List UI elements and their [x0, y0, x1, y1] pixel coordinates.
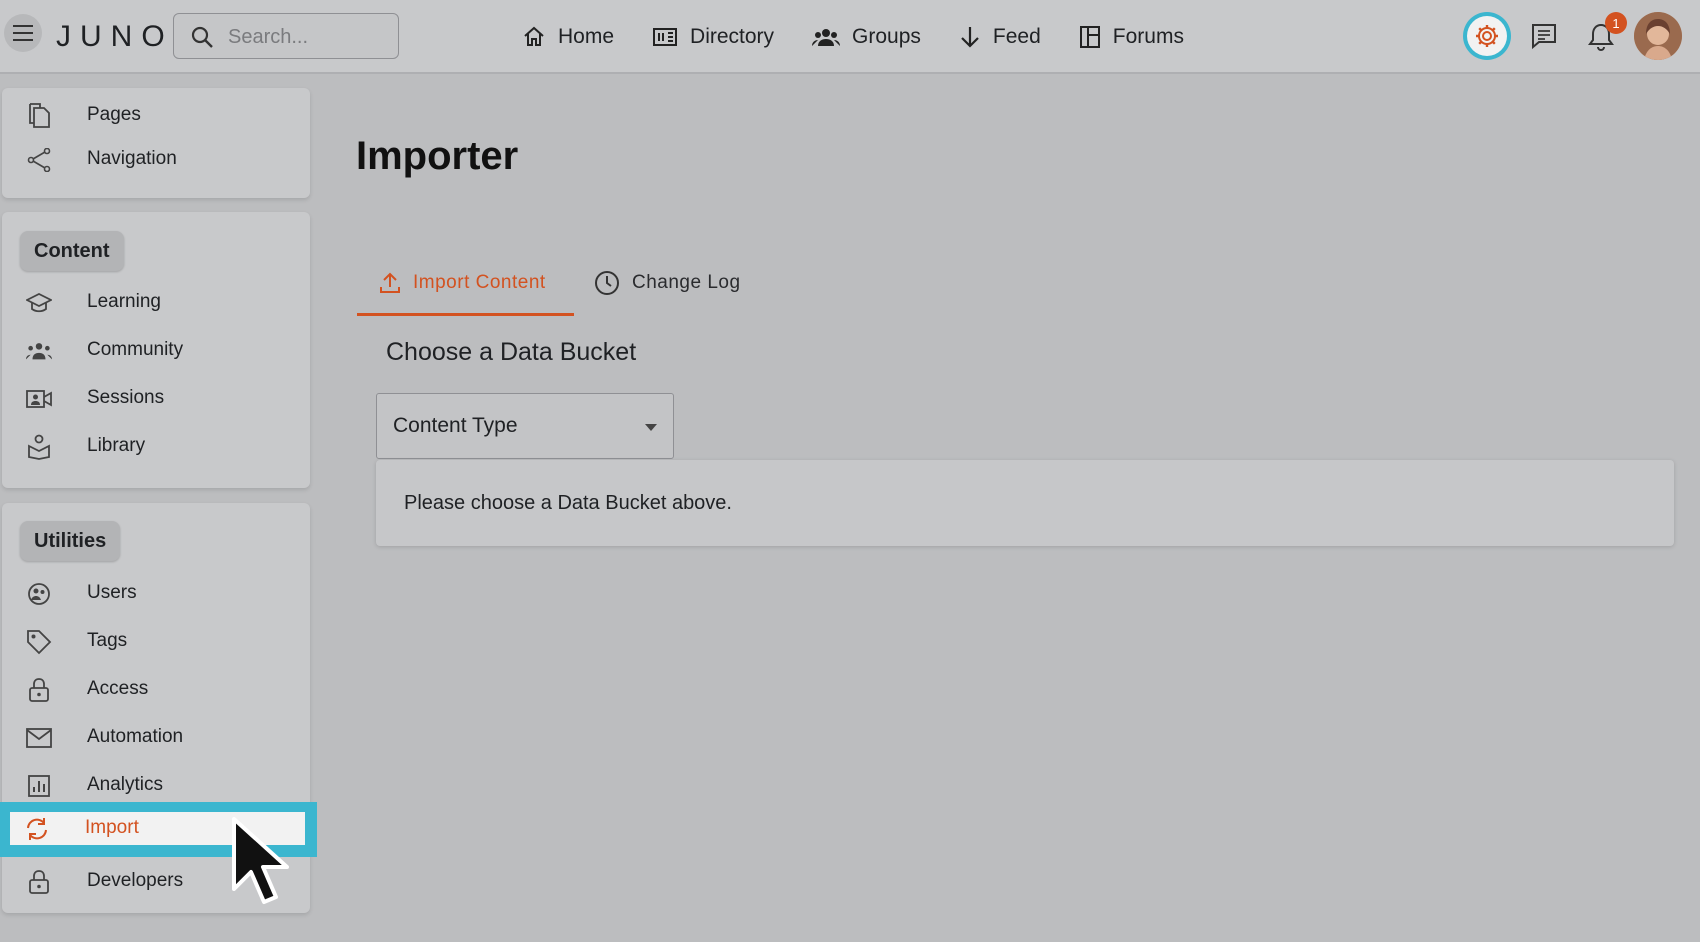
- search-box[interactable]: [173, 13, 399, 59]
- top-bar: JUNO Home Directory Groups Feed Forums: [0, 0, 1700, 74]
- mail-icon: [26, 728, 52, 748]
- sidebar-item-access[interactable]: Access: [2, 667, 310, 711]
- analytics-icon: [28, 775, 50, 797]
- tab-label: Import Content: [413, 272, 546, 293]
- sidebar-item-label: Navigation: [87, 148, 177, 169]
- community-icon: [26, 343, 52, 360]
- main-nav: Home Directory Groups Feed Forums: [522, 18, 1222, 56]
- graduation-cap-icon: [26, 292, 52, 313]
- nav-feed-label: Feed: [992, 25, 1041, 48]
- section-title-utilities: Utilities: [20, 521, 121, 561]
- nav-groups[interactable]: Groups: [812, 18, 921, 56]
- sidebar-item-label: Access: [87, 678, 149, 699]
- groups-icon: [812, 29, 841, 46]
- sync-icon: [27, 818, 47, 840]
- sidebar-item-label: Analytics: [87, 774, 164, 795]
- feed-icon: [961, 27, 979, 48]
- upload-icon: [380, 272, 400, 293]
- sidebar-item-label: Sessions: [87, 387, 165, 408]
- sidebar-item-library[interactable]: Library: [2, 424, 310, 468]
- library-icon: [28, 434, 50, 460]
- sidebar-item-community[interactable]: Community: [2, 328, 310, 372]
- hamburger-icon: [13, 25, 33, 41]
- content-type-select[interactable]: Content Type: [376, 393, 674, 459]
- tab-label: Change Log: [632, 272, 741, 293]
- sidebar-item-label: Import: [85, 817, 139, 838]
- messages-button[interactable]: [1530, 22, 1558, 50]
- chevron-down-icon: [645, 424, 657, 431]
- lock-icon: [29, 678, 49, 702]
- forums-icon: [1079, 26, 1100, 48]
- users-icon: [28, 583, 50, 605]
- video-icon: [26, 390, 52, 408]
- gear-icon: [1476, 25, 1498, 47]
- search-icon: [191, 26, 213, 48]
- sidebar-item-navigation[interactable]: Navigation: [2, 137, 310, 181]
- sidebar-item-label: Tags: [87, 630, 128, 651]
- select-value: Content Type: [393, 414, 518, 437]
- user-avatar[interactable]: [1634, 12, 1682, 60]
- sidebar-item-label: Automation: [87, 726, 184, 747]
- sidebar-item-label: Library: [87, 435, 146, 456]
- sidebar-item-users[interactable]: Users: [2, 571, 310, 615]
- sidebar-panel-top: Pages Navigation: [2, 88, 310, 198]
- sidebar-item-learning[interactable]: Learning: [2, 280, 310, 324]
- info-message: Please choose a Data Bucket above.: [404, 492, 732, 514]
- mouse-cursor-icon: [232, 817, 289, 904]
- nav-home[interactable]: Home: [522, 18, 614, 56]
- sidebar-panel-content: Content Learning Community Sessions Libr…: [2, 212, 310, 488]
- sidebar-item-label: Users: [87, 582, 137, 603]
- page-title: Importer: [356, 134, 519, 178]
- tag-icon: [27, 630, 52, 655]
- avatar-image: [1634, 12, 1682, 60]
- active-tab-indicator: [357, 313, 574, 316]
- chat-icon: [1532, 24, 1556, 50]
- sidebar-item-analytics[interactable]: Analytics: [2, 763, 310, 807]
- info-message-box: Please choose a Data Bucket above.: [376, 460, 1674, 546]
- search-input[interactable]: [226, 22, 390, 52]
- sidebar-item-pages[interactable]: Pages: [2, 93, 310, 137]
- nav-forums[interactable]: Forums: [1079, 18, 1184, 56]
- notification-badge: 1: [1605, 12, 1627, 34]
- tab-change-log[interactable]: Change Log: [594, 252, 741, 314]
- lock-icon: [29, 870, 49, 894]
- sidebar-item-automation[interactable]: Automation: [2, 715, 310, 759]
- section-title: Choose a Data Bucket: [386, 338, 637, 366]
- sidebar-item-tags[interactable]: Tags: [2, 619, 310, 663]
- section-title-content: Content: [20, 231, 124, 271]
- clock-icon: [595, 271, 619, 295]
- nav-home-label: Home: [558, 25, 615, 48]
- nav-feed[interactable]: Feed: [959, 18, 1041, 56]
- nav-directory[interactable]: Directory: [652, 18, 774, 56]
- nav-forums-label: Forums: [1112, 25, 1184, 48]
- tab-import-content[interactable]: Import Content: [379, 252, 546, 314]
- nav-directory-label: Directory: [690, 25, 775, 48]
- sidebar-item-label: Community: [87, 339, 184, 360]
- share-icon: [27, 148, 51, 172]
- sidebar-item-label: Pages: [87, 104, 141, 125]
- sidebar-item-sessions[interactable]: Sessions: [2, 376, 310, 420]
- sidebar-item-label: Learning: [87, 291, 161, 312]
- directory-icon: [653, 28, 678, 46]
- home-icon: [524, 26, 544, 46]
- juno-logo[interactable]: JUNO: [56, 20, 174, 54]
- sidebar-item-label: Developers: [87, 870, 184, 891]
- settings-button[interactable]: [1463, 12, 1511, 60]
- pages-icon: [29, 103, 50, 128]
- nav-groups-label: Groups: [852, 25, 921, 48]
- menu-button[interactable]: [4, 14, 42, 52]
